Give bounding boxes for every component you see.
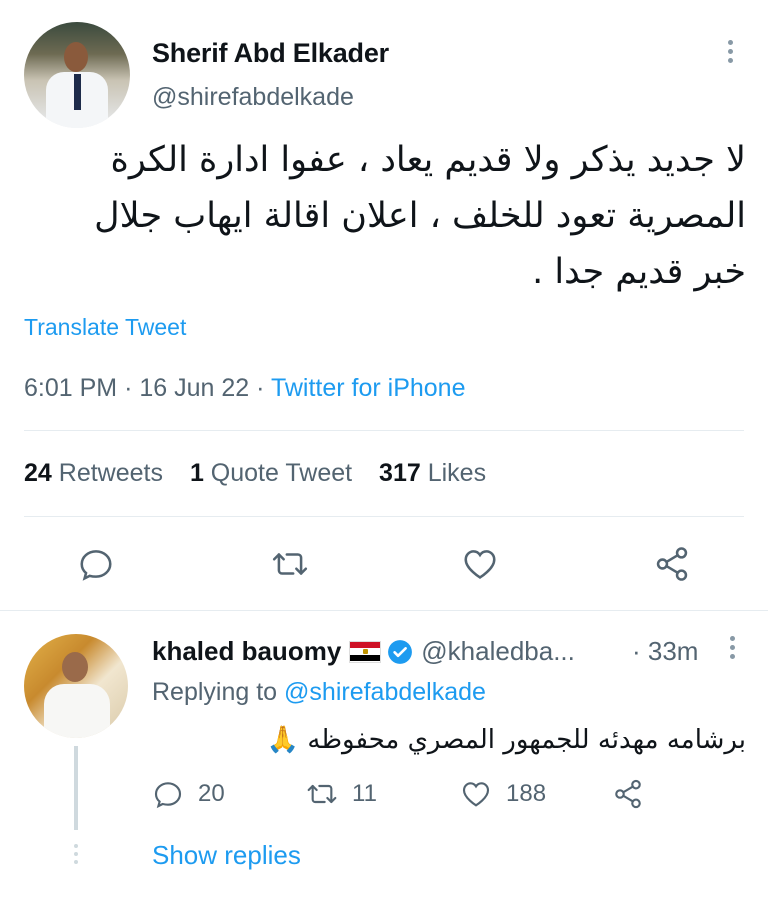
tweet-source-link[interactable]: Twitter for iPhone <box>271 374 466 402</box>
like-icon <box>462 782 490 807</box>
egypt-flag-icon <box>349 640 382 663</box>
reply-retweet-button[interactable]: 11 <box>306 776 377 812</box>
author-handle[interactable]: @shirefabdelkade <box>152 83 354 112</box>
divider <box>24 430 744 431</box>
retweet-button[interactable] <box>268 542 312 586</box>
divider <box>24 516 744 517</box>
like-button[interactable] <box>458 542 502 586</box>
reply-button[interactable] <box>74 542 118 586</box>
reply-author-avatar[interactable] <box>24 634 128 738</box>
share-button[interactable] <box>650 542 694 586</box>
tweet-text-line: المصرية تعود للخلف ، اعلان اقالة ايهاب ج… <box>94 196 746 236</box>
share-icon <box>656 547 688 581</box>
replying-to-handle[interactable]: @shirefabdelkade <box>284 678 486 706</box>
tweet-text: لا جديد يذكر ولا قديم يعاد ، عفوا ادارة … <box>46 132 746 300</box>
retweet-icon <box>307 784 337 804</box>
reply-count: 20 <box>198 780 225 807</box>
thread-dots <box>72 844 80 866</box>
reply-text: برشامه مهدئه للجمهور المصري محفوظه 🙏 <box>266 725 746 755</box>
tweet-text-line: لا جديد يذكر ولا قديم يعاد ، عفوا ادارة … <box>110 140 746 180</box>
author-avatar[interactable] <box>24 22 130 128</box>
retweet-count: 11 <box>352 780 377 807</box>
replying-to: Replying to @shirefabdelkade <box>152 678 486 706</box>
reply-author-handle[interactable]: @khaledba... <box>421 636 575 667</box>
translate-tweet-link[interactable]: Translate Tweet <box>24 314 186 341</box>
tweet-date[interactable]: 16 Jun 22 <box>139 374 249 402</box>
show-replies-link[interactable]: Show replies <box>152 840 301 871</box>
retweet-icon <box>272 553 308 575</box>
tweet-time[interactable]: 6:01 PM <box>24 374 117 402</box>
reply-icon <box>80 550 112 581</box>
more-options-icon[interactable] <box>724 38 736 66</box>
retweets-stat[interactable]: 24 Retweets <box>24 459 163 487</box>
quote-tweets-stat[interactable]: 1 Quote Tweet <box>190 459 352 487</box>
share-icon <box>615 779 641 809</box>
more-options-icon[interactable] <box>726 634 738 662</box>
thread-line <box>74 746 78 830</box>
reply-author-name[interactable]: khaled bauomy <box>152 636 341 667</box>
like-icon <box>464 550 496 579</box>
reply-reply-button[interactable]: 20 <box>152 776 225 812</box>
divider <box>0 610 768 611</box>
like-count: 188 <box>506 780 547 807</box>
tweet-stats: 24 Retweets 1 Quote Tweet 317 Likes <box>24 459 486 488</box>
reply-header: khaled bauomy @khaledba... <box>152 636 575 667</box>
verified-badge-icon <box>388 639 413 664</box>
author-name[interactable]: Sherif Abd Elkader <box>152 38 389 69</box>
tweet-meta: 6:01 PM · 16 Jun 22 · Twitter for iPhone <box>24 374 466 402</box>
likes-stat[interactable]: 317 Likes <box>379 459 486 487</box>
tweet-text-line: خبر قديم جدا . <box>532 252 746 292</box>
reply-icon <box>154 782 182 809</box>
reply-like-button[interactable]: 188 <box>460 776 546 812</box>
reply-time[interactable]: · 33m <box>632 636 698 667</box>
reply-share-button[interactable] <box>612 776 658 812</box>
